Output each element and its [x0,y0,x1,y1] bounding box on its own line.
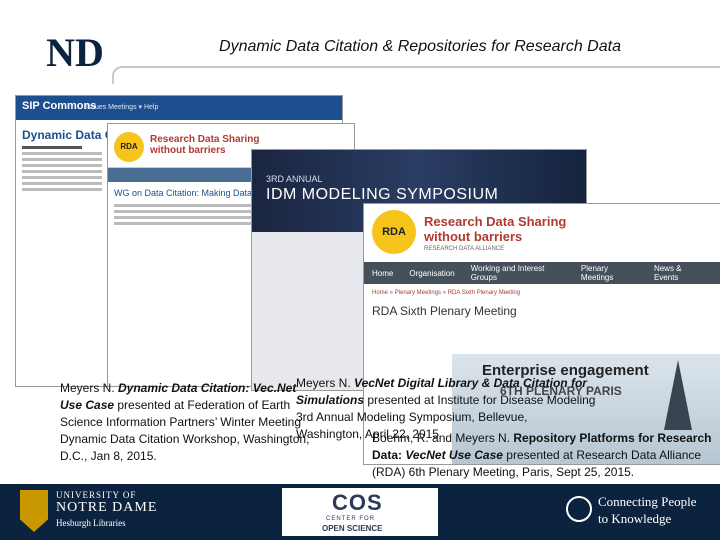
sip-text-line [22,188,102,191]
rda-large-title-line2: without barriers [424,229,523,244]
sip-nav: Issues Meetings ▾ Help [86,104,159,111]
rda-large-heading: RDA Sixth Plenary Meeting [372,304,517,318]
sip-text-line [22,164,102,167]
connecting-people-icon [566,496,592,522]
sip-text-line [22,152,102,155]
sip-text-line [22,182,102,185]
svg-text:ND: ND [46,30,104,74]
idm-banner-line2: IDM MODELING SYMPOSIUM [266,186,499,203]
nd-line3: Hesburgh Libraries [56,518,126,528]
nd-line2: NOTRE DAME [56,500,158,515]
notre-dame-logo-icon: ND [46,30,104,74]
tagline-line1: Connecting People [598,494,697,509]
citation-rda: Boehm, R. and Meyers N. Repository Platf… [372,430,717,481]
sip-text-line [22,170,102,173]
rda-nav-home: Home [372,268,394,278]
citation-fesip: Meyers N. Dynamic Data Citation: Vec.Net… [60,380,310,465]
rda-large-title-line1: Research Data Sharing [424,214,567,229]
rda-small-title: Research Data Sharing without barriers [150,134,260,156]
nd-line1: UNIVERSITY OF [56,490,137,500]
rda-large-logo-icon: RDA [372,210,416,254]
rda-small-title-line2: without barriers [150,145,226,156]
cos-line1: CENTER FOR [326,516,375,522]
slide-title: Dynamic Data Citation & Repositories for… [219,38,621,55]
rda-nav-groups: Working and Interest Groups [470,264,545,282]
slide-footer: UNIVERSITY OF NOTRE DAME Hesburgh Librar… [0,484,720,540]
rda-large-navbar: Home Organisation Working and Interest G… [364,262,720,284]
sip-text-line [22,146,82,149]
rda-nav-plenary: Plenary Meetings [580,264,614,282]
sip-text-line [22,158,102,161]
sip-topbar: SIP Commons Issues Meetings ▾ Help [16,96,342,120]
rda-large-subtitle: RESEARCH DATA ALLIANCE [424,246,505,252]
idm-banner-line1: 3RD ANNUAL [266,174,323,184]
citation-rda-usecase: VecNet Use Case [405,448,503,462]
cos-logo-icon: COS [332,490,383,515]
rda-large-logobar: RDA Research Data Sharing without barrie… [364,204,720,262]
citation-idm-author: Meyers N. [296,376,355,390]
cos-logo-box: COS CENTER FOR OPEN SCIENCE [282,488,438,536]
rda-large-title: Research Data Sharing without barriers [424,214,566,244]
rda-small-logo-icon: RDA [114,132,144,162]
tagline-line2: to Knowledge [598,511,672,526]
citation-fesip-author: Meyers N. [60,381,119,395]
sip-text-line [22,176,102,179]
eiffel-tower-icon [664,360,692,430]
citation-rda-author: Boehm, R. and Meyers N. [372,431,514,445]
rda-breadcrumb: Home » Plenary Meetings » RDA Sixth Plen… [372,290,521,296]
rda-nav-news: News & Events [653,264,682,282]
header-divider [112,66,720,84]
rda-small-title-line1: Research Data Sharing [150,134,260,145]
cos-line2: OPEN SCIENCE [322,524,383,533]
rda-nav-organisation: Organisation [409,268,455,278]
notre-dame-shield-icon [20,490,48,532]
slide-header: ND Dynamic Data Citation & Repositories … [0,0,720,86]
